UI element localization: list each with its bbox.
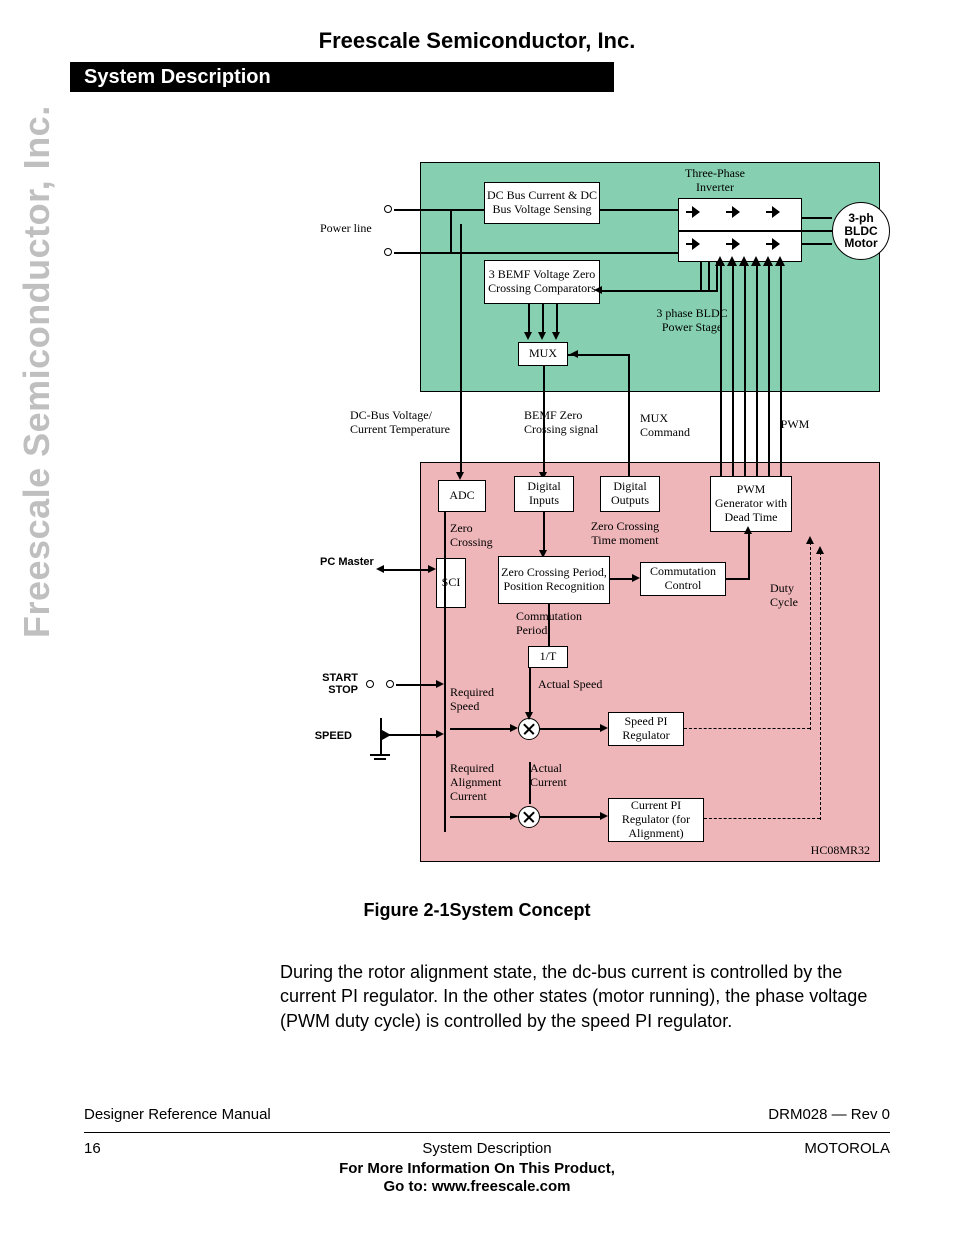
footer-rule bbox=[84, 1132, 890, 1133]
stop-label: STOP bbox=[308, 684, 358, 697]
one-over-t-box: 1/T bbox=[528, 646, 568, 668]
power-line-terminal-bot bbox=[384, 248, 392, 256]
required-speed-label: Required Speed bbox=[450, 686, 510, 714]
footer-right-1: DRM028 — Rev 0 bbox=[768, 1106, 890, 1123]
actual-speed-label: Actual Speed bbox=[538, 678, 618, 692]
switch-icon bbox=[686, 206, 700, 220]
power-line-terminal-top bbox=[384, 205, 392, 213]
mux-box: MUX bbox=[518, 342, 568, 366]
footer-center-2: System Description bbox=[84, 1140, 890, 1157]
body-paragraph: During the rotor alignment state, the dc… bbox=[280, 960, 870, 1033]
digital-inputs-box: Digital Inputs bbox=[514, 476, 574, 512]
figure-caption: Figure 2-1System Concept bbox=[0, 900, 954, 921]
system-concept-diagram: 3 phase BLDC Power Stage HC08MR32 Power … bbox=[280, 162, 904, 882]
dc-sense-box: DC Bus Current & DC Bus Voltage Sensing bbox=[484, 182, 600, 224]
dc-vit-label: DC-Bus Voltage/ Current Temperature bbox=[350, 409, 460, 437]
start-label: START bbox=[308, 672, 358, 685]
section-title-bar: System Description bbox=[70, 62, 614, 92]
switch-icon bbox=[766, 238, 780, 252]
start-stop-terminal bbox=[366, 680, 374, 688]
speed-sum-junction-icon bbox=[518, 718, 540, 740]
power-stage-zone-label: 3 phase BLDC Power Stage bbox=[642, 307, 742, 335]
footer-goto-url: Go to: www.freescale.com bbox=[0, 1178, 954, 1195]
side-watermark: Freescale Semiconductor, Inc. bbox=[16, 105, 58, 638]
pwm-label: PWM bbox=[770, 418, 820, 432]
speed-pi-regulator-box: Speed PI Regulator bbox=[608, 712, 684, 746]
commutation-period-label: Commutation Period bbox=[516, 610, 606, 638]
adc-box: ADC bbox=[438, 480, 486, 512]
footer-row-2: 16 System Description MOTOROLA bbox=[84, 1140, 890, 1157]
current-sum-junction-icon bbox=[518, 806, 540, 828]
zero-crossing-label: Zero Crossing bbox=[450, 522, 510, 550]
required-alignment-current-label: Required Alignment Current bbox=[450, 762, 520, 803]
footer-more-info: For More Information On This Product, bbox=[0, 1160, 954, 1177]
commutation-control-box: Commutation Control bbox=[640, 562, 726, 596]
switch-icon bbox=[726, 206, 740, 220]
start-stop-terminal bbox=[386, 680, 394, 688]
motor-icon: 3-ph BLDC Motor bbox=[832, 202, 890, 260]
company-header: Freescale Semiconductor, Inc. bbox=[0, 28, 954, 54]
sci-box: SCI bbox=[436, 558, 466, 608]
bemf-comparators-box: 3 BEMF Voltage Zero Crossing Comparators bbox=[484, 260, 600, 304]
inverter-label: Three-Phase Inverter bbox=[670, 167, 760, 195]
switch-icon bbox=[686, 238, 700, 252]
pwm-generator-box: PWM Generator with Dead Time bbox=[710, 476, 792, 532]
zc-time-moment-label: Zero Crossing Time moment bbox=[580, 520, 670, 548]
zc-period-recognition-box: Zero Crossing Period, Position Recogniti… bbox=[498, 556, 610, 604]
footer-row-1: Designer Reference Manual DRM028 — Rev 0 bbox=[84, 1106, 890, 1123]
digital-outputs-box: Digital Outputs bbox=[600, 476, 660, 512]
speed-input-label: SPEED bbox=[302, 730, 352, 743]
mux-command-label: MUX Command bbox=[640, 412, 710, 440]
mcu-zone-label: HC08MR32 bbox=[790, 844, 870, 858]
duty-cycle-label: Duty Cycle bbox=[770, 582, 820, 610]
switch-icon bbox=[726, 238, 740, 252]
power-line-label: Power line bbox=[320, 222, 400, 236]
bemf-zc-signal-label: BEMF Zero Crossing signal bbox=[524, 409, 604, 437]
switch-icon bbox=[766, 206, 780, 220]
actual-current-label: Actual Current bbox=[530, 762, 586, 790]
footer-left-1: Designer Reference Manual bbox=[84, 1106, 271, 1123]
current-pi-regulator-box: Current PI Regulator (for Alignment) bbox=[608, 798, 704, 842]
